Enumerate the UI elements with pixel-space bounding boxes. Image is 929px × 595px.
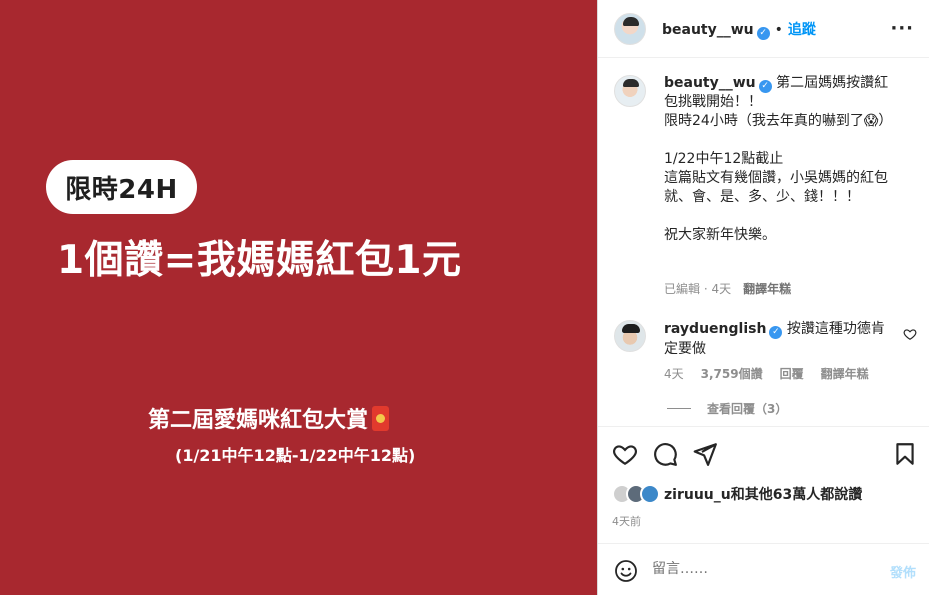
likes-summary[interactable]: ziruuu_u和其他63萬人都說讚 [612,482,862,506]
caption-line-2: 限時24小時（我去年真的嚇到了😱） [664,113,893,129]
post-sidebar: beauty__wu ✓ • 追蹤 ··· beauty__wu ✓ 第二屆媽媽按讚紅包… [597,0,929,595]
caption-time[interactable]: 4天 [711,282,731,296]
caption-line-3: 1/22中午12點截止 [664,151,784,167]
post-headline: 1個讚=我媽媽紅包1元 [57,238,462,283]
action-bar [598,426,929,480]
caption-blank [664,131,900,150]
caption-meta: 已編輯 · 4天 翻譯年糕 [664,282,792,296]
comment-translate-button[interactable]: 翻譯年糕 [821,365,869,382]
comment-heart-icon[interactable] [903,327,917,341]
caption-avatar[interactable] [614,75,646,107]
author-avatar[interactable] [614,13,646,45]
view-replies-button[interactable]: 查看回覆（3） [667,400,787,417]
caption-username[interactable]: beauty__wu [664,75,756,91]
author-username[interactable]: beauty__wu [662,22,754,38]
commenter-username[interactable]: rayduenglish [664,321,766,337]
event-dates: (1/21中午12點-1/22中午12點) [175,446,416,465]
event-title: 第二屆愛媽咪紅包大賞 [148,402,390,434]
author-line: beauty__wu ✓ • 追蹤 [662,19,816,40]
edited-label: 已編輯 [664,282,701,296]
post-comment-button[interactable]: 發佈 [890,562,916,581]
verified-icon: ✓ [758,80,772,93]
verified-icon: ✓ [756,27,770,40]
post-date[interactable]: 4天前 [612,513,641,529]
post-caption: beauty__wu ✓ 第二屆媽媽按讚紅包挑戰開始！！ 限時24小時（我去年真的… [664,74,900,245]
comment-input[interactable] [652,561,852,577]
event-title-text: 第二屆愛媽咪紅包大賞 [148,408,369,433]
comment: rayduenglish ✓ 按讚這種功德肯定要做 [664,319,894,359]
replies-divider [667,408,691,409]
share-icon[interactable] [692,441,718,467]
heart-icon[interactable] [612,441,638,467]
comment-likes[interactable]: 3,759個讚 [701,365,763,382]
follow-button[interactable]: 追蹤 [788,22,816,38]
more-icon[interactable]: ··· [890,18,914,39]
post-header: beauty__wu ✓ • 追蹤 ··· [598,0,929,58]
limited-time-badge: 限時24H [46,160,197,214]
caption-blank [664,207,900,226]
caption-line-4: 這篇貼文有幾個讚，小吳媽媽的紅包 [664,170,888,186]
comment-composer: 發佈 [598,543,929,595]
verified-icon: ✓ [769,326,783,339]
red-envelope-icon [372,405,390,431]
view-replies-label: 查看回覆（3） [707,402,788,416]
comment-icon[interactable] [652,441,678,467]
separator-dot: • [774,22,783,38]
liker-avatar [640,484,660,504]
commenter-avatar[interactable] [614,320,646,352]
caption-line-6: 祝大家新年快樂。 [664,227,776,243]
comment-meta: 4天 3,759個讚 回覆 翻譯年糕 [664,365,869,382]
likes-text: ziruuu_u和其他63萬人都說讚 [664,487,863,503]
translate-button[interactable]: 翻譯年糕 [743,282,791,296]
caption-line-5: 就、會、是、多、少、錢！！！ [664,189,860,205]
caption-line-1: beauty__wu ✓ 第二屆媽媽按讚紅包挑戰開始！！ [664,74,900,112]
reply-button[interactable]: 回覆 [780,365,804,382]
comment-time[interactable]: 4天 [664,365,684,382]
emoji-icon[interactable] [614,559,638,583]
bookmark-icon[interactable] [892,441,918,467]
post-image[interactable]: 限時24H 1個讚=我媽媽紅包1元 第二屆愛媽咪紅包大賞 (1/21中午12點-… [0,0,597,595]
